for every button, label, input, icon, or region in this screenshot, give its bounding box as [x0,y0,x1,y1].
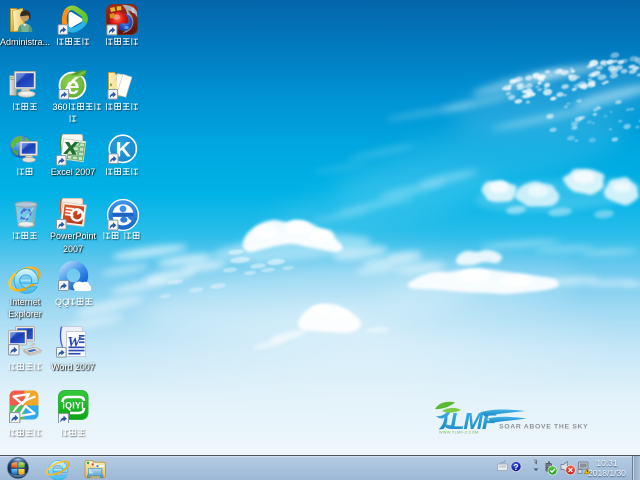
svg-text:QQ: QQ [55,297,69,307]
svg-text:WWW.YLMF-Z.COM: WWW.YLMF-Z.COM [439,431,478,435]
svg-text:SOAR ABOVE THE SKY: SOAR ABOVE THE SKY [499,424,588,431]
svg-text:?: ? [513,462,518,472]
svg-text:360: 360 [53,102,68,112]
